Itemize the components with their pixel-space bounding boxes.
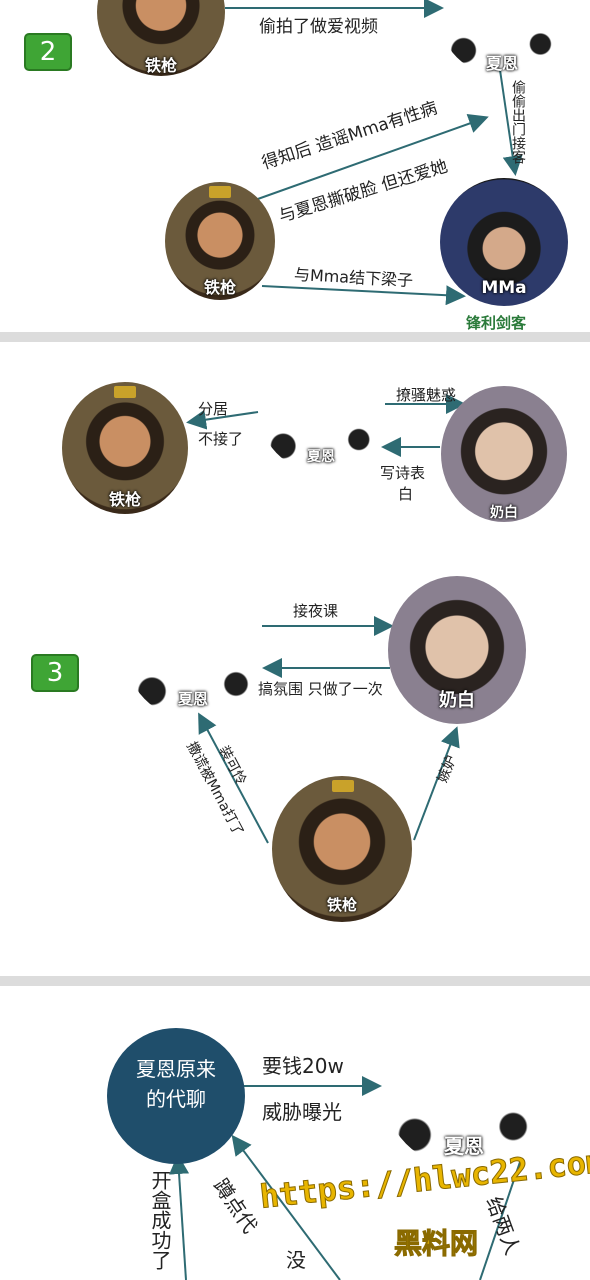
edge-label-poem-2: 白 — [398, 485, 414, 503]
node-xiaen: 夏恩 — [124, 576, 264, 720]
edge-label-money: 要钱20w — [262, 1054, 344, 1078]
node-label: 夏恩 — [307, 449, 335, 465]
node-xiaen-top: 夏恩 — [438, 0, 566, 76]
node-tieqiang-top: 铁枪 — [97, 0, 225, 76]
crown-decoration — [209, 186, 231, 198]
node-label: 夏恩 — [485, 54, 518, 73]
node-ghost-writer: 夏恩原来的代聊 — [107, 1028, 245, 1164]
edge-unbox-line — [169, 1154, 190, 1280]
node-naibai: 奶白 — [441, 386, 567, 522]
edge-label-separate-2: 不接了 — [198, 430, 244, 448]
crown-decoration — [114, 386, 136, 398]
node-label: 奶白 — [490, 505, 518, 521]
node-label: MMa — [481, 278, 527, 298]
node-xiaen: 夏恩 — [382, 1002, 546, 1168]
node-label: 铁枪 — [144, 56, 177, 75]
node-mma: MMa — [440, 178, 568, 306]
node-label: 铁枪 — [326, 896, 357, 914]
section-number-badge: 2 — [24, 33, 72, 71]
edge-label-mood: 搞氛围 只做了一次 — [258, 680, 383, 698]
edge-label-unbox: 开盒成功了 — [148, 1170, 172, 1270]
section-number-badge: 3 — [31, 654, 79, 692]
panel-section-4: 夏恩原来的代聊 要钱20w 威胁曝光 夏恩 开盒成功了 蹲点代 没 给两人 ht… — [0, 986, 590, 1280]
edge-label-not: 没 — [286, 1248, 306, 1272]
edge-label-poem-1: 写诗表 — [380, 464, 426, 482]
edge-label-separate-1: 分居 — [198, 400, 229, 418]
edge-label-night: 接夜课 — [293, 602, 339, 620]
panel-section-3: 3 夏恩 接夜课 搞氛围 只做了一次 奶白 装可怜 撒谎被Mma打了 嫉妒 铁枪 — [0, 560, 590, 976]
node-tieqiang: 铁枪 — [272, 776, 412, 922]
credit-text: 锋利剑客 — [466, 314, 527, 332]
edge-label-sneak: 偷偷出门接客 — [510, 80, 526, 164]
edge-label-flirt: 撩骚魅惑 — [396, 386, 457, 404]
node-ghost-writer-label: 夏恩原来的代聊 — [136, 1057, 216, 1111]
node-label: 铁枪 — [108, 490, 141, 509]
section-divider — [0, 976, 590, 986]
watermark-name: 黑料网 — [393, 1227, 479, 1261]
panel-section-2: 铁枪 夏恩 2 偷拍了做爱视频 偷偷出门接客 得知后 造谣Mma有性病 与夏恩撕… — [0, 0, 590, 332]
node-xiaen: 夏恩 — [258, 342, 384, 472]
panel-section-2b: 铁枪 分居 不接了 夏恩 撩骚魅惑 写诗表 白 奶白 — [0, 342, 590, 560]
node-label: 奶白 — [439, 690, 475, 711]
section-divider — [0, 332, 590, 342]
edge-label-spy-video: 偷拍了做爱视频 — [259, 17, 378, 37]
node-label: 夏恩 — [178, 690, 209, 708]
crown-decoration — [332, 780, 354, 792]
node-tieqiang: 铁枪 — [62, 382, 188, 514]
node-label: 铁枪 — [203, 278, 236, 297]
node-tieqiang-mid: 铁枪 — [165, 182, 275, 300]
edge-label-threat: 威胁曝光 — [262, 1100, 342, 1124]
node-naibai: 奶白 — [388, 576, 526, 724]
